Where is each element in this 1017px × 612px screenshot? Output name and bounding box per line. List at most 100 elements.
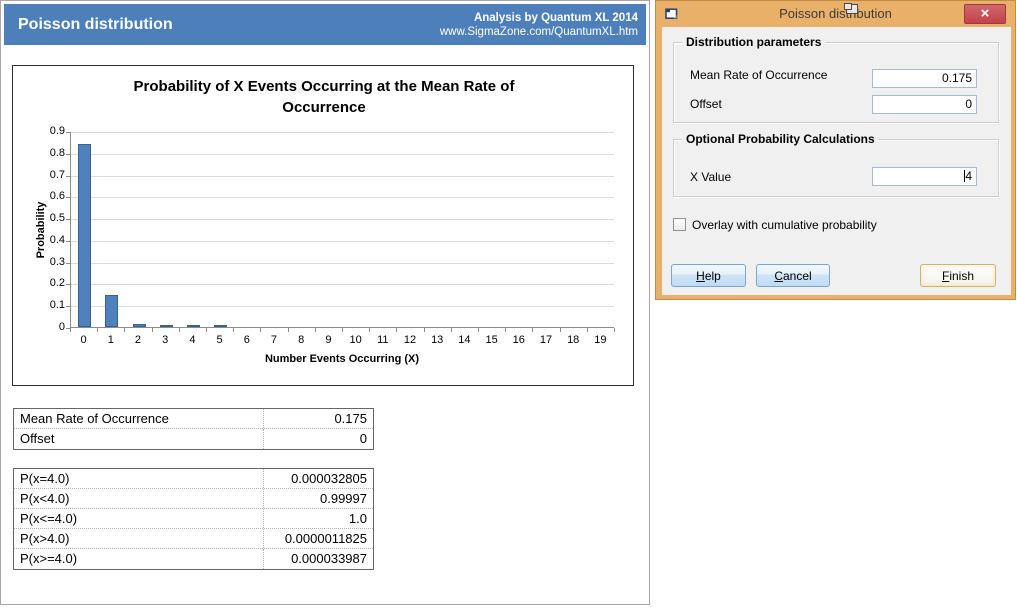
table-row: P(x=4.0) 0.000032805 bbox=[14, 469, 373, 489]
x-tick-label: 19 bbox=[587, 334, 614, 346]
cancel-button[interactable]: Cancel bbox=[756, 264, 830, 287]
gridline bbox=[71, 263, 614, 264]
x-tick-label: 11 bbox=[369, 334, 396, 346]
x-axis-tick bbox=[614, 328, 615, 332]
group-distribution-parameters: Distribution parameters Mean Rate of Occ… bbox=[673, 42, 999, 123]
row-label: P(x>=4.0) bbox=[14, 549, 264, 569]
gridline bbox=[71, 154, 614, 155]
x-axis-tick bbox=[396, 328, 397, 332]
table-row: Mean Rate of Occurrence 0.175 bbox=[14, 409, 373, 429]
y-axis-tick bbox=[66, 263, 70, 264]
x-tick-label: 14 bbox=[451, 334, 478, 346]
y-axis-tick bbox=[66, 241, 70, 242]
offset-value: 0 bbox=[965, 97, 972, 111]
x-value-value: 4 bbox=[965, 169, 972, 183]
parameters-table: Mean Rate of Occurrence 0.175 Offset 0 bbox=[13, 408, 374, 450]
gridline bbox=[71, 306, 614, 307]
close-button[interactable]: × bbox=[964, 4, 1006, 24]
mean-rate-input[interactable]: 0.175 bbox=[872, 69, 977, 88]
dialog-titlebar[interactable]: Poisson distribution × bbox=[656, 1, 1015, 27]
x-tick-label: 5 bbox=[206, 334, 233, 346]
x-tick-label: 12 bbox=[396, 334, 423, 346]
x-tick-label: 7 bbox=[260, 334, 287, 346]
row-value: 0.0000011825 bbox=[264, 529, 373, 548]
x-tick-label: 16 bbox=[505, 334, 532, 346]
report-credit: Analysis by Quantum XL 2014 www.SigmaZon… bbox=[440, 11, 646, 39]
bar-x3 bbox=[160, 325, 173, 327]
bar-x5 bbox=[214, 325, 227, 327]
row-value: 0.175 bbox=[264, 409, 373, 428]
row-value: 0.000032805 bbox=[264, 469, 373, 488]
x-axis-tick bbox=[424, 328, 425, 332]
y-tick-label: 0.8 bbox=[33, 147, 65, 161]
mean-rate-label: Mean Rate of Occurrence bbox=[690, 68, 827, 82]
table-row: P(x<=4.0) 1.0 bbox=[14, 509, 373, 529]
y-axis-tick bbox=[66, 219, 70, 220]
bar-x0 bbox=[78, 144, 91, 327]
gridline bbox=[71, 176, 614, 177]
row-value: 0 bbox=[264, 429, 373, 449]
x-tick-label: 9 bbox=[315, 334, 342, 346]
y-axis-tick bbox=[66, 154, 70, 155]
row-label: P(x=4.0) bbox=[14, 469, 264, 488]
gridline bbox=[71, 219, 614, 220]
report-title: Poisson distribution bbox=[4, 16, 173, 34]
dialog-body: Distribution parameters Mean Rate of Occ… bbox=[662, 27, 1011, 295]
x-axis-tick bbox=[532, 328, 533, 332]
y-axis-tick bbox=[66, 306, 70, 307]
y-axis-tick bbox=[66, 176, 70, 177]
x-axis-tick bbox=[70, 328, 71, 332]
x-axis-tick bbox=[478, 328, 479, 332]
row-label: P(x>4.0) bbox=[14, 529, 264, 548]
table-row: Offset 0 bbox=[14, 429, 373, 449]
report-header: Poisson distribution Analysis by Quantum… bbox=[4, 4, 646, 45]
probability-chart: Probability of X Events Occurring at the… bbox=[12, 65, 634, 386]
x-tick-label: 15 bbox=[478, 334, 505, 346]
gridline bbox=[71, 132, 614, 133]
finish-button[interactable]: Finish bbox=[920, 264, 996, 287]
row-label: Mean Rate of Occurrence bbox=[14, 409, 264, 428]
x-tick-label: 18 bbox=[560, 334, 587, 346]
x-axis-tick bbox=[369, 328, 370, 332]
x-tick-label: 6 bbox=[233, 334, 260, 346]
x-value-input[interactable]: 4 bbox=[872, 167, 977, 186]
bar-x2 bbox=[133, 324, 146, 327]
y-tick-label: 0.1 bbox=[33, 299, 65, 313]
table-row: P(x>4.0) 0.0000011825 bbox=[14, 529, 373, 549]
y-axis-tick bbox=[66, 132, 70, 133]
overlay-checkbox[interactable] bbox=[673, 218, 686, 231]
x-axis-tick bbox=[560, 328, 561, 332]
overlay-checkbox-label: Overlay with cumulative probability bbox=[692, 218, 877, 232]
credit-line-1: Analysis by Quantum XL 2014 bbox=[440, 11, 638, 25]
y-tick-label: 0.6 bbox=[33, 190, 65, 204]
credit-line-2: www.SigmaZone.com/QuantumXL.htm bbox=[440, 25, 638, 39]
x-tick-label: 2 bbox=[124, 334, 151, 346]
row-value: 1.0 bbox=[264, 509, 373, 528]
gridline bbox=[71, 197, 614, 198]
offset-label: Offset bbox=[690, 97, 722, 111]
table-row: P(x<4.0) 0.99997 bbox=[14, 489, 373, 509]
dialog-title: Poisson distribution bbox=[656, 6, 1015, 21]
plot-area bbox=[70, 132, 614, 328]
x-axis-tick bbox=[288, 328, 289, 332]
x-axis-tick bbox=[206, 328, 207, 332]
close-icon: × bbox=[981, 5, 990, 22]
x-tick-label: 0 bbox=[70, 334, 97, 346]
x-tick-label: 8 bbox=[288, 334, 315, 346]
offset-input[interactable]: 0 bbox=[872, 95, 977, 114]
row-label: P(x<=4.0) bbox=[14, 509, 264, 528]
x-axis-tick bbox=[451, 328, 452, 332]
y-tick-label: 0.9 bbox=[33, 125, 65, 139]
x-axis-tick bbox=[260, 328, 261, 332]
poisson-distribution-dialog: Poisson distribution × Distribution para… bbox=[655, 0, 1016, 300]
x-tick-label: 13 bbox=[424, 334, 451, 346]
x-axis-title: Number Events Occurring (X) bbox=[70, 353, 614, 365]
report-panel: Poisson distribution Analysis by Quantum… bbox=[0, 0, 650, 605]
y-tick-label: 0.4 bbox=[33, 234, 65, 248]
help-button[interactable]: Help bbox=[671, 264, 746, 287]
group-legend: Optional Probability Calculations bbox=[682, 132, 879, 146]
row-label: Offset bbox=[14, 429, 264, 449]
probability-results-table: P(x=4.0) 0.000032805 P(x<4.0) 0.99997 P(… bbox=[13, 468, 374, 570]
y-tick-label: 0.7 bbox=[33, 169, 65, 183]
y-axis-tick bbox=[66, 197, 70, 198]
